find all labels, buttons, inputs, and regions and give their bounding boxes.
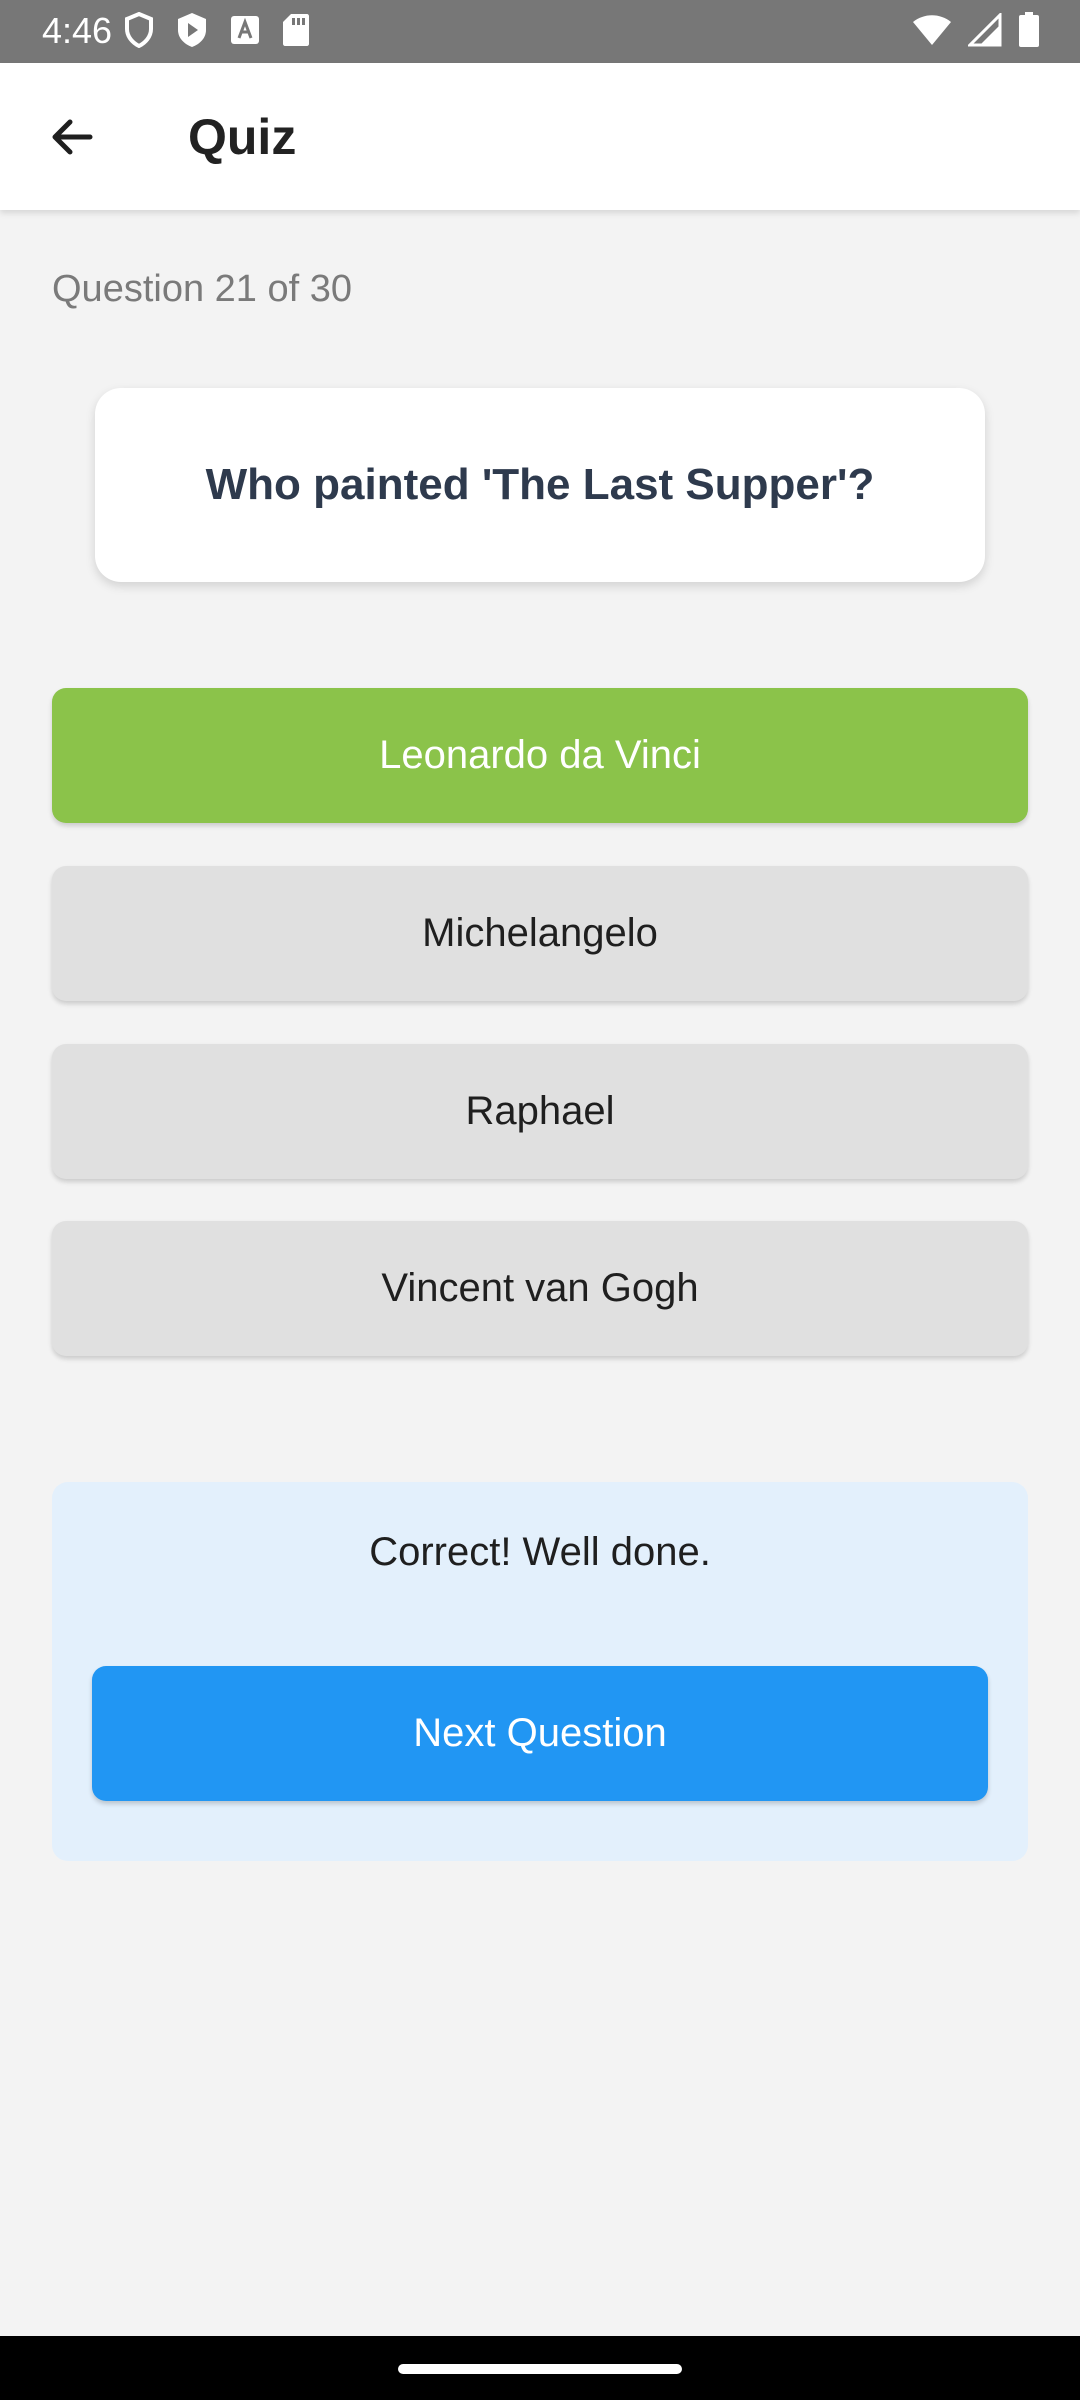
status-bar: 4:46: [0, 0, 1080, 63]
arrow-left-icon: [52, 119, 93, 155]
next-question-button[interactable]: Next Question: [92, 1666, 988, 1801]
answer-option-3[interactable]: Raphael: [52, 1044, 1028, 1179]
feedback-panel: Correct! Well done. Next Question: [52, 1482, 1028, 1861]
app-bar: Quiz: [0, 63, 1080, 210]
page-title: Quiz: [188, 109, 297, 165]
shield-icon: [125, 12, 153, 48]
battery-icon: [1019, 12, 1039, 47]
question-text: Who painted 'The Last Supper'?: [205, 460, 875, 509]
wifi-icon: [913, 15, 951, 45]
answer-option-2[interactable]: Michelangelo: [52, 866, 1028, 1001]
status-icons-left: [124, 12, 310, 48]
feedback-message: Correct! Well done.: [369, 1530, 711, 1574]
answer-label: Raphael: [465, 1089, 615, 1133]
answer-label: Michelangelo: [422, 911, 658, 955]
answer-label: Leonardo da Vinci: [379, 733, 701, 777]
status-icons-right: [912, 12, 1040, 48]
home-indicator[interactable]: [398, 2364, 682, 2374]
question-progress: Question 21 of 30: [52, 268, 352, 310]
answer-option-4[interactable]: Vincent van Gogh: [52, 1221, 1028, 1356]
sd-card-icon: [283, 14, 309, 46]
next-question-label: Next Question: [413, 1711, 667, 1755]
answer-option-1[interactable]: Leonardo da Vinci: [52, 688, 1028, 823]
font-icon: [231, 16, 259, 44]
play-protect-icon: [178, 13, 206, 47]
question-card: Who painted 'The Last Supper'?: [95, 388, 985, 582]
cell-signal-icon: [968, 13, 1002, 47]
answer-label: Vincent van Gogh: [381, 1266, 699, 1310]
status-time: 4:46: [42, 10, 113, 51]
back-button[interactable]: [36, 101, 108, 173]
